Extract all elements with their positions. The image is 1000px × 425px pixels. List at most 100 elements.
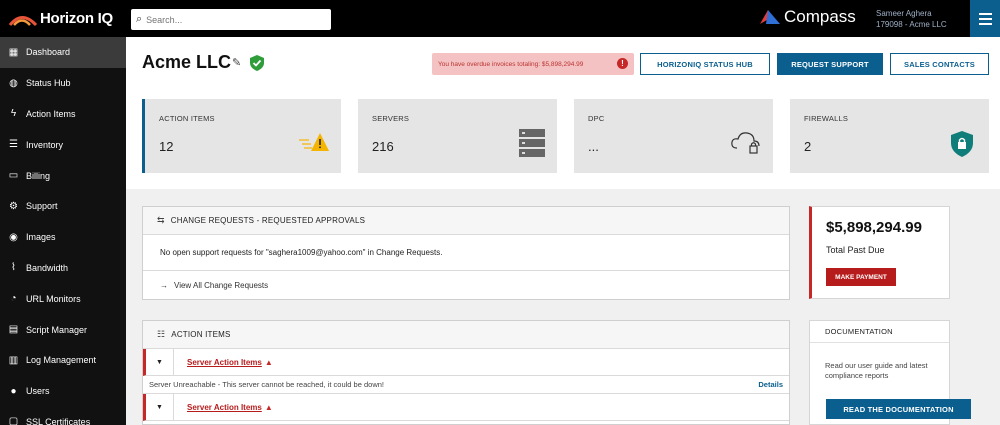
make-payment-button[interactable]: MAKE PAYMENT — [826, 268, 896, 286]
documentation-title: DOCUMENTATION — [810, 321, 949, 343]
past-due-label: Total Past Due — [826, 245, 885, 255]
hamburger-menu-button[interactable] — [970, 0, 1000, 37]
chart-icon: ⌇ — [11, 262, 16, 274]
gear-icon: ⚙ — [9, 200, 18, 212]
cloud-lock-icon — [731, 132, 760, 154]
user-account: 179098 - Acme LLC — [876, 20, 947, 29]
sales-contacts-button[interactable]: SALES CONTACTS — [890, 53, 989, 75]
horizon-logo-icon — [8, 15, 38, 26]
sidebar-item-ssl-certificates[interactable]: ▢ SSL Certificates — [0, 407, 126, 425]
action-items-header[interactable]: ☷ ACTION ITEMS — [143, 321, 789, 349]
card-icon: ▭ — [8, 170, 19, 182]
search-icon: ⌕ — [136, 13, 143, 25]
user-info[interactable]: Sameer Aghera 179098 - Acme LLC — [876, 8, 947, 30]
monitor-icon: ◔ — [10, 293, 17, 305]
read-documentation-button[interactable]: READ THE DOCUMENTATION — [826, 399, 971, 419]
stat-card-action-items[interactable]: ACTION ITEMS 12 — [142, 99, 341, 173]
stat-value: 2 — [804, 139, 812, 154]
disc-icon: ◉ — [9, 231, 18, 243]
log-icon: ▥ — [8, 354, 19, 366]
edit-pencil-icon[interactable]: ✎ — [232, 56, 241, 69]
menu-line — [978, 17, 992, 20]
search-box[interactable]: ⌕ — [131, 9, 331, 30]
verified-shield-icon — [250, 55, 264, 71]
past-due-amount: $5,898,294.99 — [826, 219, 922, 236]
menu-line — [978, 22, 992, 25]
users-icon: ● — [10, 385, 17, 397]
sidebar-item-label: Status Hub — [26, 78, 71, 89]
sidebar-item-billing[interactable]: ▭ Billing — [0, 160, 126, 191]
sidebar-item-dashboard[interactable]: ▦ Dashboard — [0, 37, 126, 68]
sidebar-item-users[interactable]: ● Users — [0, 376, 126, 407]
sidebar-item-support[interactable]: ⚙ Support — [0, 191, 126, 222]
action-item-row[interactable]: ▼ Server Action Items ▲ — [143, 393, 789, 421]
action-items-panel: ☷ ACTION ITEMS ▼ Server Action Items ▲ S… — [142, 320, 790, 425]
action-item-title[interactable]: Server Action Items — [187, 403, 262, 412]
caret-down-icon[interactable]: ▼ — [146, 348, 174, 376]
menu-line — [978, 12, 992, 15]
main-content: Acme LLC ✎ You have overdue invoices tot… — [126, 37, 1000, 425]
top-bar: Horizon IQ ⌕ Compass Sameer Aghera 17909… — [0, 0, 1000, 37]
sidebar-item-label: Dashboard — [26, 47, 71, 58]
sidebar-item-label: Log Management — [26, 355, 97, 366]
action-item-row[interactable]: ▼ Server Action Items ▲ — [143, 348, 789, 376]
warning-icon: ▲ — [264, 357, 273, 367]
brand-logo[interactable]: Horizon IQ — [0, 10, 126, 28]
sidebar-item-label: Action Items — [26, 108, 76, 119]
content-area: ⇆ CHANGE REQUESTS - REQUESTED APPROVALS … — [126, 189, 1000, 425]
search-input[interactable] — [146, 14, 317, 25]
stat-card-servers[interactable]: SERVERS 216 — [358, 99, 557, 173]
change-requests-title: CHANGE REQUESTS - REQUESTED APPROVALS — [170, 216, 366, 225]
sidebar-item-script-manager[interactable]: ▤ Script Manager — [0, 314, 126, 345]
script-icon: ▤ — [8, 324, 19, 336]
overdue-alert[interactable]: You have overdue invoices totaling: $5,8… — [432, 53, 634, 75]
sidebar-item-label: URL Monitors — [26, 293, 81, 304]
sidebar-item-url-monitors[interactable]: ◔ URL Monitors — [0, 283, 126, 314]
sidebar-item-status-hub[interactable]: ◍ Status Hub — [0, 68, 126, 99]
action-item-detail-text: Server Unreachable - This server cannot … — [149, 380, 384, 389]
stat-label: DPC — [588, 114, 605, 123]
brand-name: Horizon IQ — [40, 10, 113, 27]
past-due-card: $5,898,294.99 Total Past Due MAKE PAYMEN… — [809, 206, 950, 299]
stat-card-dpc[interactable]: DPC ... — [574, 99, 773, 173]
sidebar-item-bandwidth[interactable]: ⌇ Bandwidth — [0, 253, 126, 284]
caret-down-icon[interactable]: ▼ — [146, 393, 174, 421]
compass-logo-icon — [760, 10, 780, 24]
compass-label: Compass — [784, 7, 856, 26]
user-name: Sameer Aghera — [876, 9, 932, 18]
action-items-title: ACTION ITEMS — [171, 330, 231, 339]
stat-value: ... — [588, 139, 599, 154]
change-request-icon: ⇆ — [157, 215, 165, 225]
request-support-button[interactable]: REQUEST SUPPORT — [777, 53, 883, 75]
view-all-change-requests-link[interactable]: → View All Change Requests — [143, 271, 789, 299]
alert-icon: ! — [617, 58, 628, 69]
change-requests-header[interactable]: ⇆ CHANGE REQUESTS - REQUESTED APPROVALS — [143, 207, 789, 235]
certificate-icon: ▢ — [8, 416, 19, 425]
page-header: Acme LLC ✎ You have overdue invoices tot… — [126, 37, 1000, 189]
sidebar-item-label: Billing — [26, 170, 51, 181]
view-all-label: View All Change Requests — [174, 280, 269, 290]
status-hub-button[interactable]: HORIZONIQ STATUS HUB — [640, 53, 770, 75]
action-item-title[interactable]: Server Action Items — [187, 358, 262, 367]
sidebar-item-log-management[interactable]: ▥ Log Management — [0, 345, 126, 376]
sidebar-item-inventory[interactable]: ☰ Inventory — [0, 129, 126, 160]
change-requests-panel: ⇆ CHANGE REQUESTS - REQUESTED APPROVALS … — [142, 206, 790, 300]
page-title: Acme LLC — [142, 52, 232, 72]
list-icon: ☷ — [157, 329, 166, 339]
stat-card-firewalls[interactable]: FIREWALLS 2 — [790, 99, 989, 173]
sidebar-item-action-items[interactable]: ϟ Action Items — [0, 99, 126, 130]
server-icon: ☰ — [9, 139, 18, 151]
bolt-icon: ϟ — [10, 108, 17, 120]
sidebar-item-images[interactable]: ◉ Images — [0, 222, 126, 253]
warning-speed-icon — [299, 133, 329, 151]
sidebar-item-label: Support — [26, 201, 58, 212]
sidebar-item-label: Bandwidth — [26, 262, 69, 273]
details-link[interactable]: Details — [758, 380, 783, 389]
arrow-right-icon: → — [160, 280, 168, 290]
dashboard-icon: ▦ — [8, 46, 19, 58]
stat-label: SERVERS — [372, 114, 410, 123]
sidebar-item-label: SSL Certificates — [26, 416, 91, 425]
stat-label: ACTION ITEMS — [159, 114, 215, 123]
change-requests-empty: No open support requests for "saghera100… — [143, 235, 789, 271]
warning-icon: ▲ — [264, 402, 273, 412]
